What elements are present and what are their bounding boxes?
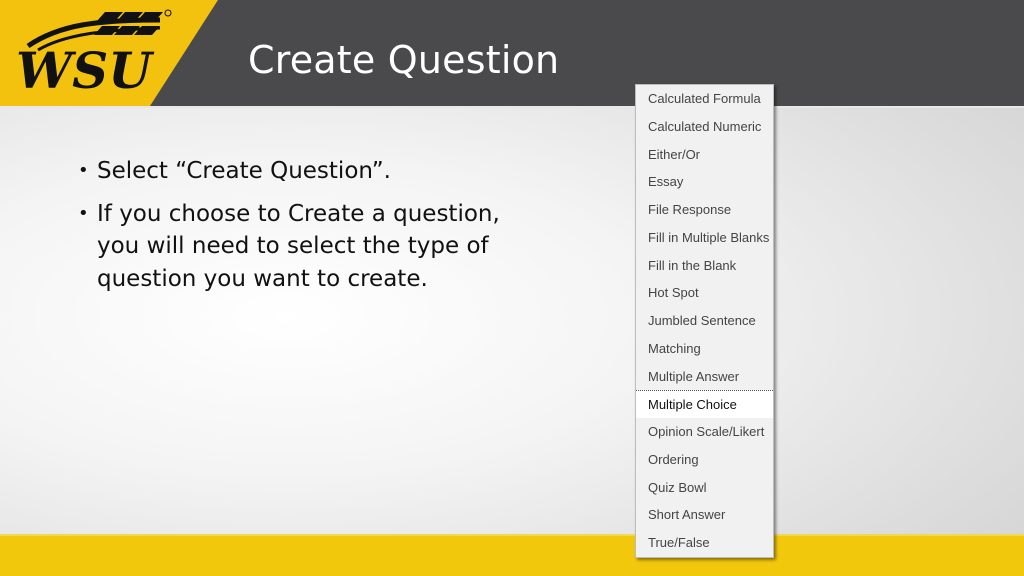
logo-text: WSU [16,41,155,100]
menu-item-fill-in-the-blank[interactable]: Fill in the Blank [636,252,773,280]
menu-item-essay[interactable]: Essay [636,168,773,196]
menu-item-file-response[interactable]: File Response [636,196,773,224]
menu-item-short-answer[interactable]: Short Answer [636,501,773,529]
bullet-text: If you choose to Create a question, you … [97,200,500,292]
menu-item-calculated-formula[interactable]: Calculated Formula [636,85,773,113]
menu-item-jumbled-sentence[interactable]: Jumbled Sentence [636,307,773,335]
menu-item-multiple-choice[interactable]: Multiple Choice [636,390,773,418]
menu-item-opinion-scale-likert[interactable]: Opinion Scale/Likert [636,418,773,446]
menu-item-ordering[interactable]: Ordering [636,446,773,474]
menu-item-hot-spot[interactable]: Hot Spot [636,279,773,307]
menu-item-either-or[interactable]: Either/Or [636,141,773,169]
bullet-text: Select “Create Question”. [97,158,391,184]
footer-band [0,534,1024,576]
page-title: Create Question [248,38,560,82]
wsu-logo: WSU [16,9,172,100]
menu-item-multiple-answer[interactable]: Multiple Answer [636,363,773,391]
menu-item-fill-in-multiple-blanks[interactable]: Fill in Multiple Blanks [636,224,773,252]
question-type-menu: Calculated Formula Calculated Numeric Ei… [635,84,774,558]
menu-item-true-false[interactable]: True/False [636,529,773,557]
bullet-item: • Select “Create Question”. [78,155,518,188]
header-divider [0,106,1024,108]
menu-item-matching[interactable]: Matching [636,335,773,363]
bullet-icon: • [78,202,89,224]
bullet-item: • If you choose to Create a question, you… [78,198,518,296]
menu-item-quiz-bowl[interactable]: Quiz Bowl [636,474,773,502]
slide: WSU Create Question • Select “Create Ques… [0,0,1024,576]
menu-item-calculated-numeric[interactable]: Calculated Numeric [636,113,773,141]
bullet-list: • Select “Create Question”. • If you choos… [78,155,518,305]
bullet-icon: • [78,160,89,181]
